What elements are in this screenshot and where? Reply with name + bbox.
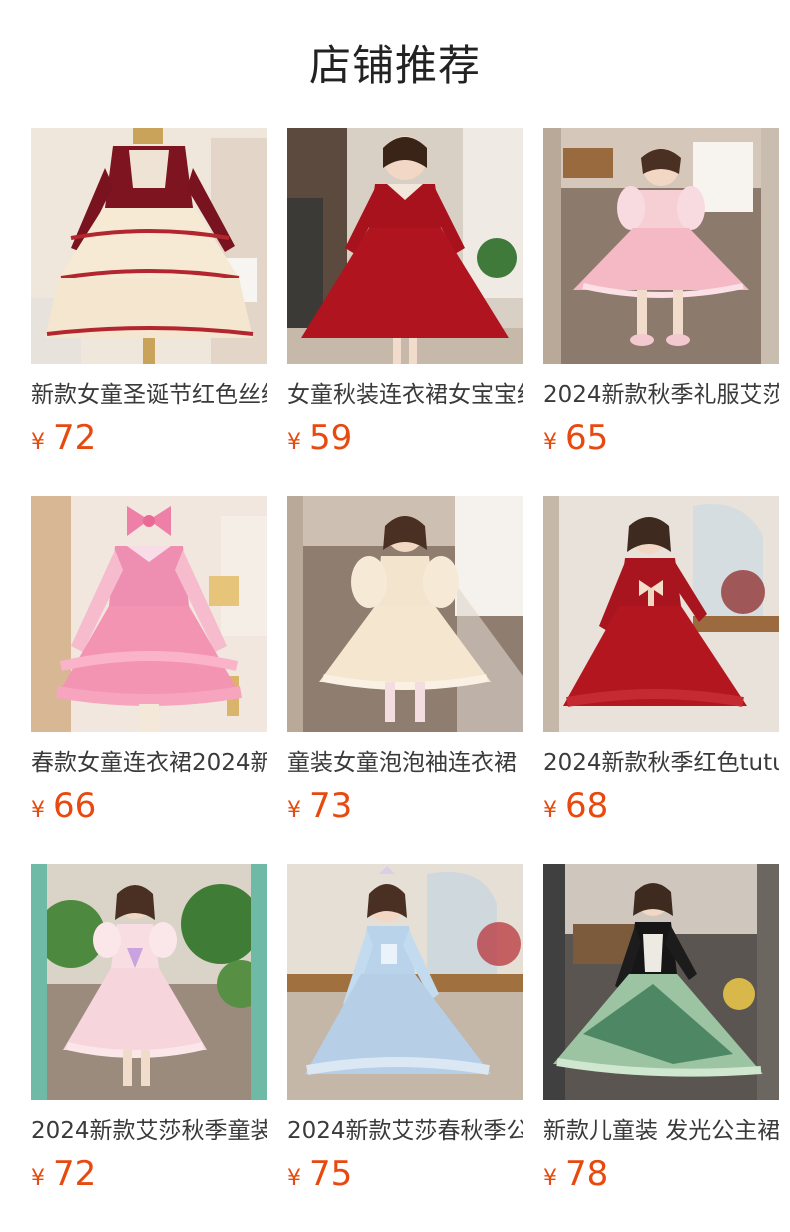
product-title[interactable]: 新款女童圣诞节红色丝绒连衣裙	[31, 380, 267, 410]
product-price: ¥66	[31, 786, 267, 826]
price-amount: 75	[309, 1154, 353, 1194]
product-image[interactable]	[287, 496, 523, 732]
currency-symbol: ¥	[543, 1166, 557, 1191]
light-pink-elsa-dress-photo	[31, 864, 267, 1100]
pink-ruffle-bow-dress-photo	[31, 496, 267, 732]
champagne-puff-sleeve-dress-photo	[287, 496, 523, 732]
product-price: ¥72	[31, 1154, 267, 1194]
section-title: 店铺推荐	[308, 41, 481, 90]
currency-symbol: ¥	[287, 798, 301, 823]
product-grid: 新款女童圣诞节红色丝绒连衣裙 ¥72	[31, 128, 779, 1232]
product-image[interactable]	[31, 864, 267, 1100]
product-title[interactable]: 新款儿童装 发光公主裙	[543, 1116, 779, 1146]
currency-symbol: ¥	[31, 1166, 45, 1191]
product-card[interactable]: 春款女童连衣裙2024新款 ¥66	[31, 496, 267, 864]
red-long-sleeve-dress-photo	[287, 128, 523, 364]
product-card[interactable]: 2024新款秋季礼服艾莎公主裙 ¥65	[543, 128, 779, 496]
green-velvet-princess-dress-photo	[543, 864, 779, 1100]
product-title[interactable]: 童装女童泡泡袖连衣裙	[287, 748, 523, 778]
pink-tulle-dress-photo	[543, 128, 779, 364]
product-title[interactable]: 2024新款艾莎秋季童装	[31, 1116, 267, 1146]
product-image[interactable]	[543, 128, 779, 364]
product-title[interactable]: 2024新款秋季红色tutu裙	[543, 748, 779, 778]
product-price: ¥65	[543, 418, 779, 458]
product-price: ¥75	[287, 1154, 523, 1194]
product-card[interactable]: 新款儿童装 发光公主裙 ¥78	[543, 864, 779, 1232]
product-card[interactable]: 2024新款艾莎春秋季公主裙 ¥75	[287, 864, 523, 1232]
currency-symbol: ¥	[287, 1166, 301, 1191]
product-image[interactable]	[287, 864, 523, 1100]
currency-symbol: ¥	[543, 430, 557, 455]
currency-symbol: ¥	[31, 430, 45, 455]
product-price: ¥68	[543, 786, 779, 826]
product-title[interactable]: 女童秋装连衣裙女宝宝红色	[287, 380, 523, 410]
price-amount: 59	[309, 418, 353, 458]
product-card[interactable]: 2024新款秋季红色tutu裙 ¥68	[543, 496, 779, 864]
price-amount: 73	[309, 786, 353, 826]
red-velvet-tiered-tutu-dress-photo	[31, 128, 267, 364]
product-card[interactable]: 2024新款艾莎秋季童装 ¥72	[31, 864, 267, 1232]
price-amount: 66	[53, 786, 97, 826]
currency-symbol: ¥	[287, 430, 301, 455]
product-price: ¥72	[31, 418, 267, 458]
red-tutu-bow-dress-photo	[543, 496, 779, 732]
product-card[interactable]: 新款女童圣诞节红色丝绒连衣裙 ¥72	[31, 128, 267, 496]
product-image[interactable]	[31, 128, 267, 364]
price-amount: 65	[565, 418, 609, 458]
product-image[interactable]	[287, 128, 523, 364]
product-image[interactable]	[543, 496, 779, 732]
product-card[interactable]: 女童秋装连衣裙女宝宝红色 ¥59	[287, 128, 523, 496]
product-price: ¥78	[543, 1154, 779, 1194]
product-card[interactable]: 童装女童泡泡袖连衣裙 ¥73	[287, 496, 523, 864]
light-blue-elsa-dress-photo	[287, 864, 523, 1100]
product-price: ¥73	[287, 786, 523, 826]
product-price: ¥59	[287, 418, 523, 458]
price-amount: 72	[53, 1154, 97, 1194]
currency-symbol: ¥	[543, 798, 557, 823]
product-title[interactable]: 2024新款秋季礼服艾莎公主裙	[543, 380, 779, 410]
product-title[interactable]: 2024新款艾莎春秋季公主裙	[287, 1116, 523, 1146]
price-amount: 72	[53, 418, 97, 458]
price-amount: 68	[565, 786, 609, 826]
currency-symbol: ¥	[31, 798, 45, 823]
product-image[interactable]	[543, 864, 779, 1100]
price-amount: 78	[565, 1154, 609, 1194]
product-title[interactable]: 春款女童连衣裙2024新款	[31, 748, 267, 778]
product-image[interactable]	[31, 496, 267, 732]
